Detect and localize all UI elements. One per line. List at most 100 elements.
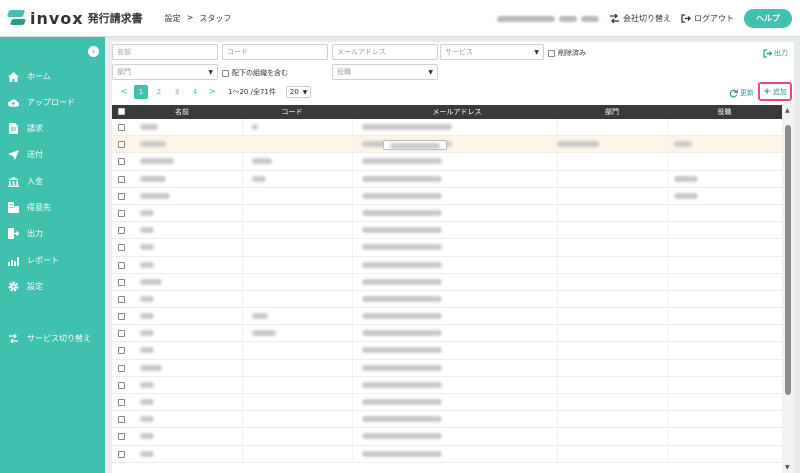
row-checkbox[interactable] xyxy=(118,313,125,321)
row-checkbox[interactable] xyxy=(118,209,125,217)
prev-page-button[interactable]: < xyxy=(118,87,130,97)
column-separator xyxy=(667,376,668,393)
header-department[interactable]: 部門 xyxy=(557,105,667,119)
redacted-cell xyxy=(674,192,698,199)
row-checkbox[interactable] xyxy=(118,244,125,252)
redacted-cell xyxy=(140,399,154,405)
sidebar-collapse-icon[interactable]: ‹ xyxy=(88,46,99,57)
refresh-button[interactable]: 更新 xyxy=(729,88,754,98)
page-1-button[interactable]: 1 xyxy=(134,85,148,99)
position-filter-select[interactable]: 役職 ▼ xyxy=(332,64,438,80)
name-filter-placeholder: 名前 xyxy=(117,48,131,56)
table-row[interactable] xyxy=(112,428,782,446)
help-button[interactable]: ヘルプ xyxy=(744,9,792,28)
row-checkbox[interactable] xyxy=(118,347,125,355)
row-checkbox[interactable] xyxy=(118,124,125,131)
header-email[interactable]: メールアドレス xyxy=(352,105,562,119)
row-checkbox[interactable] xyxy=(118,192,125,200)
table-row[interactable] xyxy=(112,394,782,412)
table-row[interactable] xyxy=(112,256,782,274)
table-scrollbar[interactable]: ▲ ▼ xyxy=(782,105,794,473)
sidebar-item-label: アップロード xyxy=(27,98,75,107)
sidebar-item-upload[interactable]: アップロード xyxy=(8,97,75,108)
row-checkbox[interactable] xyxy=(118,278,125,286)
include-sub-checkbox[interactable]: 配下の組織を含む xyxy=(222,68,288,78)
row-checkbox[interactable] xyxy=(118,158,125,166)
redacted-cell xyxy=(252,124,258,130)
scroll-up-icon[interactable]: ▲ xyxy=(785,107,790,114)
redacted-cell xyxy=(362,330,442,337)
table-row[interactable] xyxy=(112,376,782,394)
code-filter-input[interactable]: コード xyxy=(222,44,328,60)
sidebar-item-invoice[interactable]: 請求 xyxy=(8,123,43,134)
scroll-down-icon[interactable]: ▼ xyxy=(785,464,790,471)
header-position[interactable]: 役職 xyxy=(667,105,782,119)
logout-button[interactable]: ログアウト xyxy=(681,13,734,24)
table-row[interactable] xyxy=(112,136,782,154)
page-2-button[interactable]: 2 xyxy=(152,85,166,99)
chevron-down-icon: ▼ xyxy=(428,68,433,76)
row-checkbox[interactable] xyxy=(118,330,125,338)
header-name[interactable]: 名前 xyxy=(132,105,232,119)
sidebar-item-report[interactable]: レポート xyxy=(8,255,59,266)
table-row[interactable] xyxy=(112,119,782,137)
row-checkbox[interactable] xyxy=(118,261,125,269)
table-row[interactable] xyxy=(112,308,782,326)
deleted-checkbox-box[interactable] xyxy=(548,49,555,57)
row-checkbox[interactable] xyxy=(118,381,125,389)
sidebar-item-payment[interactable]: 入金 xyxy=(8,176,43,187)
table-row[interactable] xyxy=(112,342,782,360)
table-row[interactable] xyxy=(112,153,782,171)
include-sub-checkbox-box[interactable] xyxy=(222,69,229,77)
row-checkbox[interactable] xyxy=(118,175,125,183)
page-4-button[interactable]: 4 xyxy=(188,85,202,99)
table-row[interactable] xyxy=(112,290,782,309)
per-page-select[interactable]: 20 ▼ xyxy=(285,86,312,98)
service-switch-label: サービス切り替え xyxy=(27,334,91,343)
department-filter-select[interactable]: 部門 ▼ xyxy=(112,64,218,80)
table-row[interactable] xyxy=(112,170,782,188)
column-separator xyxy=(242,204,243,222)
table-row[interactable] xyxy=(112,222,782,240)
row-checkbox[interactable] xyxy=(118,450,125,458)
sidebar-service-switch[interactable]: サービス切り替え xyxy=(8,333,91,344)
sidebar-item-settings[interactable]: 設定 xyxy=(8,281,43,292)
sidebar-item-home[interactable]: ホーム xyxy=(8,71,51,82)
name-filter-input[interactable]: 名前 xyxy=(112,44,218,60)
table-row[interactable] xyxy=(112,204,782,223)
table-row[interactable] xyxy=(112,411,782,429)
scrollbar-thumb[interactable] xyxy=(785,125,791,395)
table-row[interactable] xyxy=(112,273,782,291)
table-row[interactable] xyxy=(112,187,782,205)
service-filter-select[interactable]: サービス ▼ xyxy=(440,44,544,60)
sidebar-item-customers[interactable]: 得意先 xyxy=(8,202,51,213)
header-code[interactable]: コード xyxy=(242,105,342,119)
breadcrumb-settings[interactable]: 設定 xyxy=(165,13,181,24)
table-row[interactable] xyxy=(112,239,782,257)
column-separator xyxy=(557,308,558,325)
table-row[interactable] xyxy=(112,325,782,343)
row-checkbox[interactable] xyxy=(118,227,125,235)
table-row[interactable] xyxy=(112,445,782,463)
row-checkbox[interactable] xyxy=(118,295,125,303)
sidebar-item-export[interactable]: 出力 xyxy=(8,228,43,239)
page-3-button[interactable]: 3 xyxy=(170,85,184,99)
deleted-checkbox[interactable]: 削除済み xyxy=(548,48,586,58)
app-logo[interactable]: invox 発行請求書 xyxy=(6,9,143,28)
sidebar-item-send[interactable]: 送付 xyxy=(8,149,43,160)
next-page-button[interactable]: > xyxy=(206,87,218,97)
row-checkbox[interactable] xyxy=(118,399,125,406)
chevron-down-icon: ▼ xyxy=(302,88,308,96)
column-separator xyxy=(352,428,353,445)
row-checkbox[interactable] xyxy=(118,416,125,424)
email-filter-input[interactable]: メールアドレス xyxy=(332,44,438,60)
table-row[interactable] xyxy=(112,359,782,377)
select-all-checkbox[interactable] xyxy=(118,108,125,115)
row-checkbox[interactable] xyxy=(118,433,125,441)
row-checkbox[interactable] xyxy=(118,364,125,372)
switch-company-button[interactable]: 会社切り替え xyxy=(609,13,671,24)
add-staff-button[interactable]: + 追加 xyxy=(758,82,792,101)
column-separator xyxy=(557,411,558,428)
export-button[interactable]: 出力 xyxy=(763,48,788,58)
row-checkbox[interactable] xyxy=(118,141,125,149)
